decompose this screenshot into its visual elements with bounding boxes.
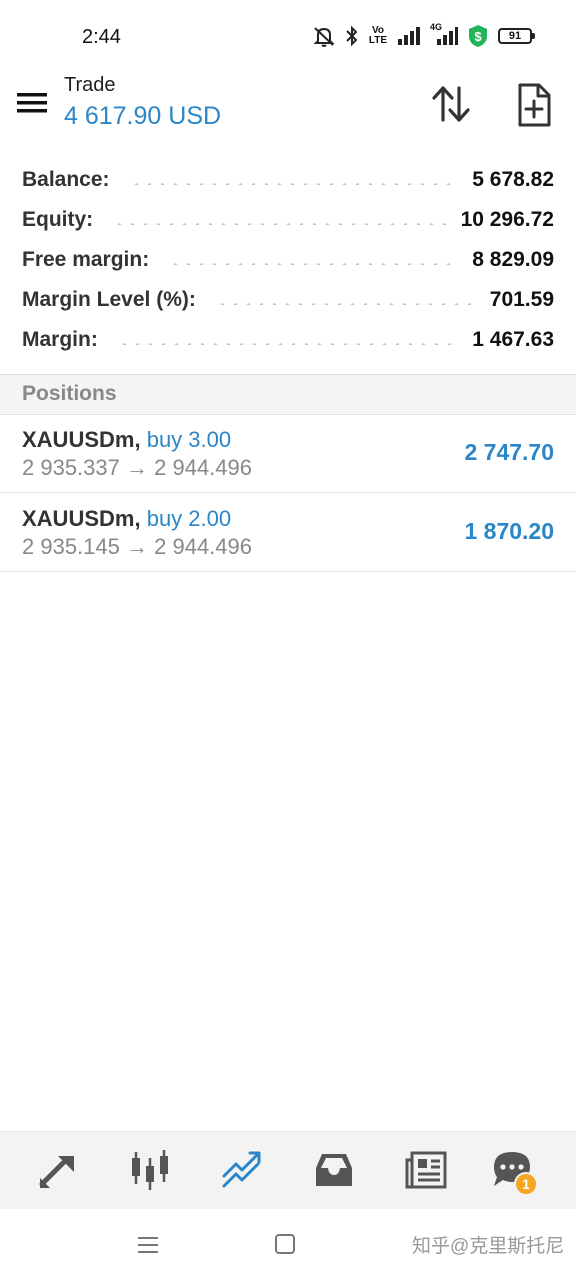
network-type-label: 4G — [430, 22, 443, 32]
account-balance-header: 4 617.90 USD — [64, 102, 222, 130]
summary-value: 8 829.09 — [472, 248, 554, 271]
nav-trade[interactable] — [218, 1146, 266, 1194]
bluetooth-icon — [345, 25, 359, 47]
position-title: XAUUSDm, buy 3.00 — [22, 427, 231, 453]
summary-row-balance: Balance: 5 678.82 — [0, 160, 576, 200]
positions-section-header[interactable]: Positions — [0, 374, 576, 415]
trade-icon — [222, 1151, 261, 1188]
position-side: buy 3.00 — [146, 427, 232, 452]
summary-row-margin-level: Margin Level (%): 701.59 — [0, 280, 576, 320]
sort-arrows-icon — [432, 86, 470, 122]
status-time: 2:44 — [82, 26, 121, 48]
hamburger-icon — [17, 93, 47, 113]
position-open-price: 2 935.337 — [22, 455, 120, 480]
price-arrow: → — [126, 455, 148, 480]
position-symbol: XAUUSDm, — [22, 427, 141, 452]
status-bar: 2:44 Vo LTE 4G $ 91 — [0, 0, 576, 72]
watermark-text: 知乎@克里斯托尼 — [412, 1236, 565, 1257]
nav-chat[interactable]: 1 — [488, 1146, 538, 1196]
battery-icon: 91 — [498, 28, 535, 44]
position-side: buy 2.00 — [146, 506, 232, 531]
summary-label: Margin Level (%): — [22, 288, 196, 311]
account-summary: Balance: 5 678.82 Equity: 10 296.72 Free… — [0, 160, 576, 360]
home-icon — [275, 1234, 295, 1254]
position-prices: 2 935.145 → 2 944.496 — [22, 534, 252, 560]
position-profit: 1 870.20 — [464, 518, 554, 544]
sort-button[interactable] — [430, 84, 472, 124]
nav-chart[interactable] — [126, 1146, 174, 1194]
chat-unread-badge: 1 — [514, 1172, 538, 1196]
summary-value: 1 467.63 — [472, 328, 554, 351]
system-navigation-bar: 知乎@克里斯托尼 — [0, 1209, 576, 1280]
recent-apps-button[interactable] — [136, 1233, 160, 1262]
dotted-leader — [117, 343, 459, 345]
summary-label: Equity: — [22, 208, 94, 231]
signal-4g-icon: 4G — [430, 22, 458, 46]
summary-label: Free margin: — [22, 248, 150, 271]
summary-value: 5 678.82 — [472, 168, 554, 191]
recent-apps-icon — [138, 1237, 158, 1253]
position-open-price: 2 935.145 — [22, 534, 120, 559]
mute-notifications-icon — [312, 25, 336, 47]
home-button[interactable] — [274, 1233, 296, 1260]
nav-news[interactable] — [402, 1146, 450, 1194]
dotted-leader — [129, 183, 459, 185]
history-icon — [316, 1154, 352, 1186]
nav-history[interactable] — [310, 1146, 358, 1194]
new-order-button[interactable] — [514, 82, 554, 128]
dotted-leader — [113, 223, 447, 225]
menu-button[interactable] — [16, 88, 48, 118]
position-profit: 2 747.70 — [464, 439, 554, 465]
svg-text:$: $ — [474, 29, 482, 44]
position-current-price: 2 944.496 — [154, 455, 252, 480]
position-current-price: 2 944.496 — [154, 534, 252, 559]
chart-icon — [132, 1150, 168, 1190]
summary-label: Margin: — [22, 328, 98, 351]
bottom-navigation: 1 — [0, 1131, 576, 1209]
dotted-leader — [169, 263, 459, 265]
dotted-leader — [215, 303, 476, 305]
signal-icon — [397, 26, 421, 46]
position-symbol: XAUUSDm, — [22, 506, 141, 531]
news-icon — [405, 1151, 447, 1189]
summary-row-equity: Equity: 10 296.72 — [0, 200, 576, 240]
price-arrow: → — [126, 534, 148, 559]
position-prices: 2 935.337 → 2 944.496 — [22, 455, 252, 481]
summary-label: Balance: — [22, 168, 110, 191]
quotes-icon — [39, 1156, 74, 1188]
page-title: Trade — [64, 74, 116, 96]
position-row[interactable]: XAUUSDm, buy 2.00 2 935.145 → 2 944.496 … — [0, 494, 576, 572]
summary-value: 10 296.72 — [460, 208, 554, 231]
security-shield-icon: $ — [467, 24, 489, 48]
app-header: Trade 4 617.90 USD — [0, 72, 576, 144]
new-document-icon — [518, 83, 551, 127]
nav-quotes[interactable] — [34, 1146, 82, 1194]
position-row[interactable]: XAUUSDm, buy 3.00 2 935.337 → 2 944.496 … — [0, 415, 576, 493]
status-icons: Vo LTE 4G $ 91 — [312, 22, 535, 50]
positions-section-label: Positions — [22, 382, 117, 405]
summary-value: 701.59 — [489, 288, 554, 311]
position-title: XAUUSDm, buy 2.00 — [22, 506, 231, 532]
volte-icon: Vo LTE — [368, 25, 388, 46]
summary-row-free-margin: Free margin: 8 829.09 — [0, 240, 576, 280]
summary-row-margin: Margin: 1 467.63 — [0, 320, 576, 360]
